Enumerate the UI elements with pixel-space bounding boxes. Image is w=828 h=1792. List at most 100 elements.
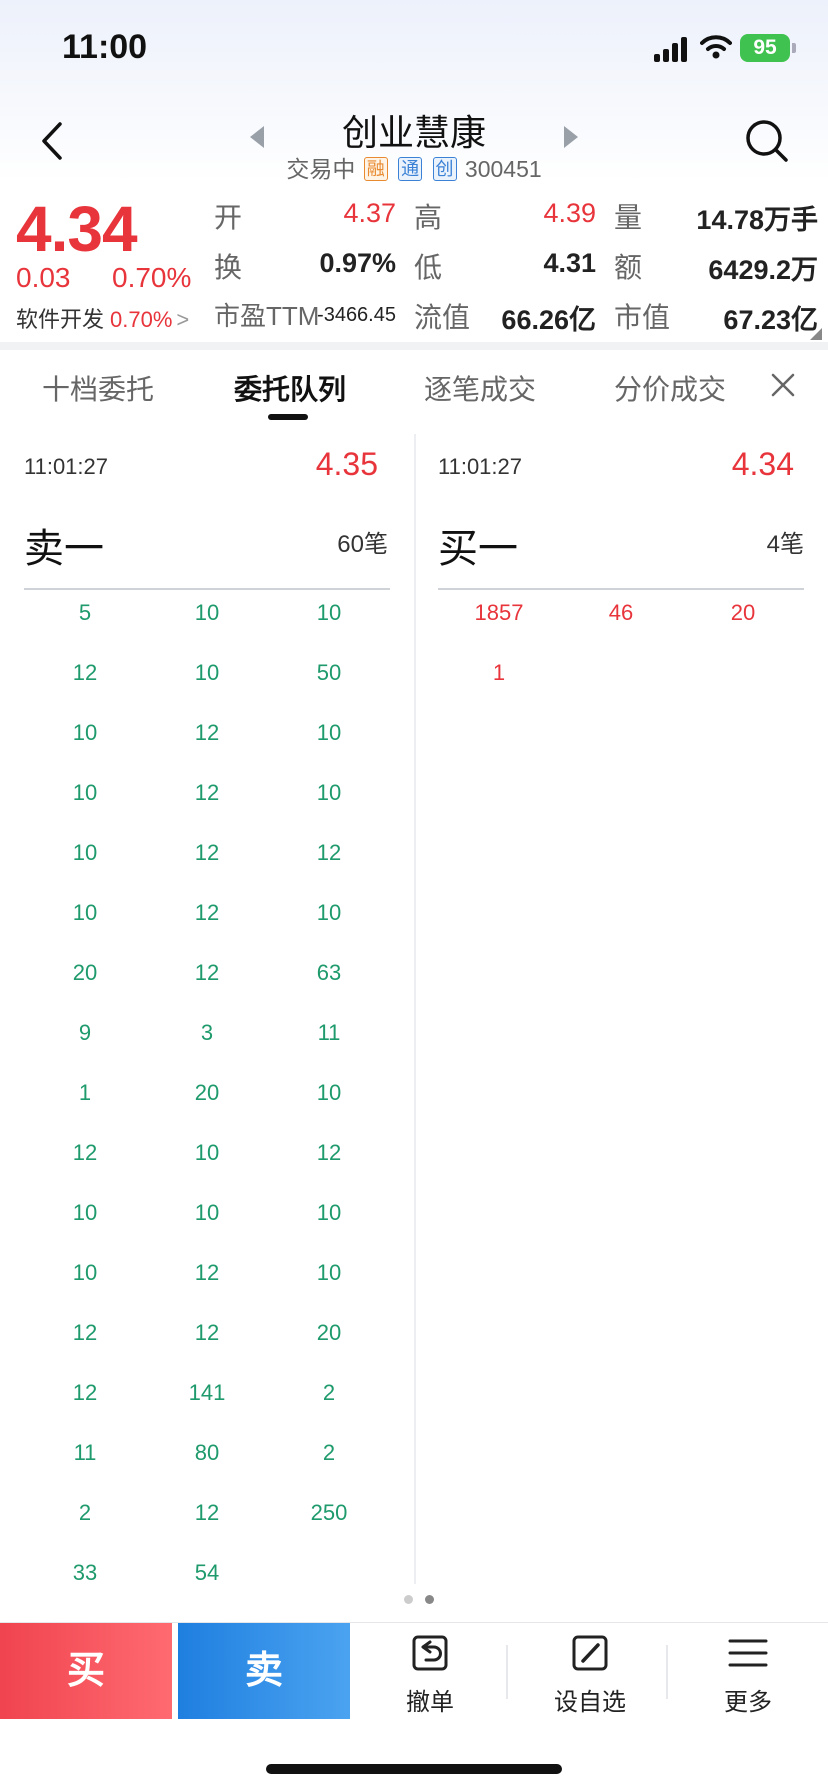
- buy-divider: [438, 588, 804, 590]
- cancel-order-button[interactable]: 撤单: [370, 1633, 490, 1717]
- tab-price-volume[interactable]: 分价成交: [614, 368, 726, 408]
- amount-label: 额: [614, 252, 643, 283]
- buy-button[interactable]: 买: [0, 1623, 172, 1719]
- queue-order-cell: 11: [317, 1020, 341, 1045]
- queue-order-cell: 10: [72, 1260, 98, 1285]
- sell-divider: [24, 588, 390, 590]
- open-value: 4.37: [343, 198, 396, 228]
- queue-order-cell: 10: [316, 1200, 342, 1225]
- market-cap-value: 67.23亿: [723, 305, 818, 335]
- queue-order-cell: 63: [316, 960, 342, 985]
- tab-order-queue[interactable]: 委托队列: [234, 368, 346, 408]
- margin-tag: 融: [363, 157, 388, 181]
- buy-queue-time: 11:01:27: [438, 454, 523, 479]
- section-divider: [0, 342, 828, 350]
- queue-order-cell: 10: [72, 720, 98, 745]
- quote-panel: 4.34 0.03 0.70% 软件开发 0.70% > 开 4.37 高 4.39…: [0, 182, 828, 342]
- queue-order-cell: 2: [322, 1380, 336, 1405]
- more-label: 更多: [724, 1689, 772, 1716]
- turnover-value: 0.97%: [319, 248, 396, 278]
- expand-corner-icon[interactable]: [810, 328, 822, 340]
- queue-order-cell: 10: [194, 600, 220, 625]
- sell-queue-time: 11:01:27: [24, 454, 109, 479]
- queue-order-cell: 50: [316, 660, 342, 685]
- queue-order-cell: 12: [316, 840, 342, 865]
- queue-order-cell: 3: [200, 1020, 214, 1045]
- queue-order-cell: 12: [72, 660, 98, 685]
- queue-order-cell: 12: [194, 1500, 220, 1525]
- queue-order-cell: 10: [194, 1200, 220, 1225]
- pe-value: -3466.45: [317, 304, 396, 326]
- chinext-tag: 创: [432, 157, 457, 181]
- sell-order-count: 60笔: [337, 531, 388, 558]
- queue-order-cell: 12: [194, 1260, 220, 1285]
- sell-queue-grid: 5 10 10 12 10 50 10 12 10 10 12 10 10 12 12 10 12 10 20 12 6…: [24, 600, 390, 1630]
- amount-value: 6429.2万: [708, 255, 818, 285]
- edit-icon: [572, 1635, 608, 1671]
- low-label: 低: [414, 252, 443, 283]
- queue-order-cell: 2: [78, 1500, 92, 1525]
- home-indicator: [266, 1764, 562, 1774]
- queue-order-cell: 10: [316, 720, 342, 745]
- queue-order-cell: 46: [608, 600, 634, 625]
- tab-tick-trades[interactable]: 逐笔成交: [424, 368, 536, 408]
- queue-order-cell: 12: [72, 1320, 98, 1345]
- volume-label: 量: [614, 202, 643, 233]
- queue-order-cell: 10: [316, 1260, 342, 1285]
- queue-order-cell: 9: [78, 1020, 92, 1045]
- queue-order-cell: 5: [78, 600, 92, 625]
- wifi-icon: [700, 34, 732, 65]
- close-icon[interactable]: [768, 370, 798, 405]
- action-separator: [666, 1645, 668, 1699]
- high-label: 高: [414, 202, 443, 233]
- queue-order-cell: 12: [194, 780, 220, 805]
- volume-value: 14.78万手: [696, 205, 818, 235]
- float-cap-label: 流值: [414, 302, 471, 333]
- more-button[interactable]: 更多: [688, 1633, 808, 1717]
- queue-order-cell: 10: [72, 840, 98, 865]
- low-value: 4.31: [543, 248, 596, 278]
- last-price: 4.34: [16, 193, 138, 265]
- queue-order-cell: 12: [72, 1140, 98, 1165]
- cellular-signal-icon: [654, 36, 690, 62]
- battery-tip: [792, 43, 796, 53]
- queue-order-cell: 10: [316, 780, 342, 805]
- stock-header: 创业慧康 交易中 融 通 创 300451: [0, 100, 828, 182]
- sector-link[interactable]: 软件开发 0.70% >: [16, 302, 189, 334]
- stock-name: 创业慧康: [341, 112, 486, 153]
- add-watchlist-button[interactable]: 设自选: [530, 1633, 650, 1717]
- queue-order-cell: 10: [72, 1200, 98, 1225]
- queue-order-cell: 20: [72, 960, 98, 985]
- queue-order-cell: 33: [72, 1560, 98, 1585]
- page-indicator: [398, 1591, 440, 1609]
- queue-order-cell: 12: [316, 1140, 342, 1165]
- stock-subtitle: 交易中 融 通 创 300451: [0, 150, 828, 184]
- sell-queue-panel: 11:01:27 4.35 卖一 60笔 5 10 10 12 10 50 10 12 10 10…: [0, 434, 414, 1585]
- queue-order-cell: 2: [322, 1440, 336, 1465]
- cancel-order-label: 撤单: [406, 1689, 454, 1716]
- queue-order-cell: 54: [194, 1560, 220, 1585]
- price-change: 0.03: [16, 262, 71, 293]
- queue-order-cell: 12: [194, 900, 220, 925]
- queue-order-cell: 12: [194, 840, 220, 865]
- sell-button[interactable]: 卖: [178, 1623, 350, 1719]
- queue-order-cell: 1857: [474, 600, 524, 625]
- search-icon[interactable]: [744, 118, 790, 169]
- sell-queue-price: 4.35: [315, 446, 378, 482]
- high-value: 4.39: [543, 198, 596, 228]
- queue-order-cell: 250: [310, 1500, 348, 1525]
- sector-pct: 0.70%: [110, 307, 173, 332]
- queue-order-cell: 12: [194, 1320, 220, 1345]
- add-watchlist-label: 设自选: [554, 1689, 626, 1716]
- queue-order-cell: 12: [72, 1380, 98, 1405]
- queue-order-cell: 12: [194, 720, 220, 745]
- queue-order-cell: 80: [194, 1440, 220, 1465]
- turnover-label: 换: [214, 252, 243, 283]
- queue-order-cell: 1: [78, 1080, 92, 1105]
- queue-order-cell: 11: [73, 1440, 97, 1465]
- chevron-right-icon: >: [176, 307, 190, 332]
- queue-order-cell: 10: [194, 660, 220, 685]
- tab-ten-level[interactable]: 十档委托: [42, 368, 154, 408]
- queue-order-cell: 12: [194, 960, 220, 985]
- status-time: 11:00: [62, 28, 148, 66]
